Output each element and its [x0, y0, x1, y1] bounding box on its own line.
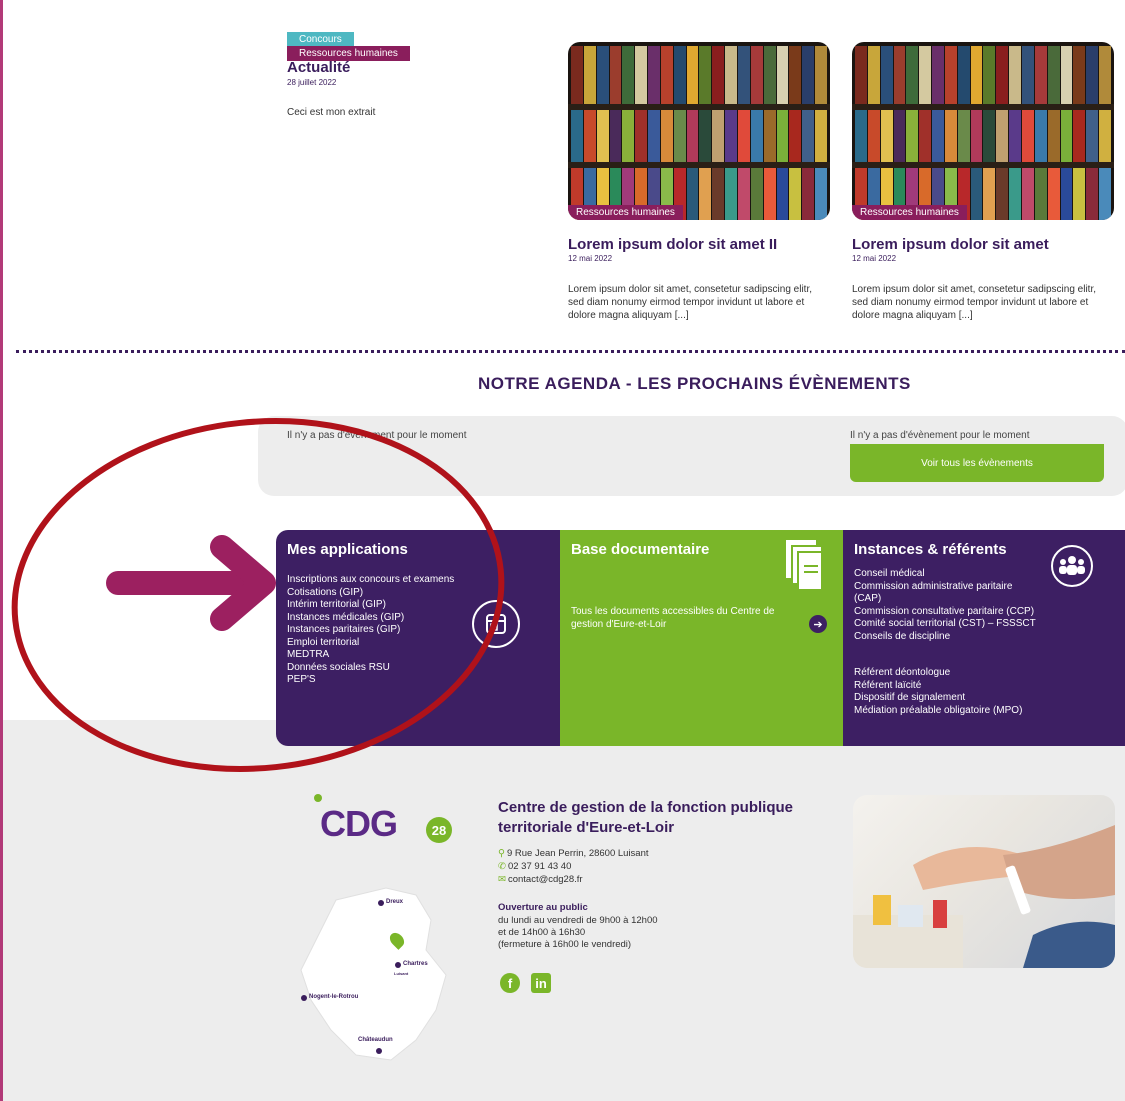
- referents-list: Référent déontologue Référent laïcité Di…: [854, 667, 1022, 717]
- instance-link[interactable]: Conseils de discipline: [854, 631, 1036, 644]
- agenda-empty-message: Il n'y a pas d'évènement pour le moment: [287, 430, 467, 441]
- opening-hours: du lundi au vendredi de 9h00 à 12h00 et …: [498, 915, 658, 951]
- email-link[interactable]: contact@cdg28.fr: [508, 874, 583, 885]
- referent-link[interactable]: Référent laïcité: [854, 680, 1022, 693]
- hours-line: (fermeture à 16h00 le vendredi): [498, 939, 632, 950]
- card-title[interactable]: Lorem ipsum dolor sit amet II: [568, 236, 830, 253]
- app-link[interactable]: Cotisations (GIP): [287, 587, 454, 600]
- instances-referents-tile: Instances & référents Conseil médical Co…: [843, 530, 1125, 746]
- applications-list: Inscriptions aux concours et examens Cot…: [287, 574, 454, 687]
- app-link[interactable]: Données sociales RSU: [287, 662, 454, 675]
- tile-title: Instances & référents: [854, 541, 1007, 558]
- medical-consultation-photo: [853, 795, 1115, 968]
- news-title[interactable]: Actualité: [287, 59, 350, 76]
- city-label: Dreux: [386, 899, 404, 905]
- eure-et-loir-map: Dreux Chartres Luisant Nogent-le-Rotrou …: [296, 880, 476, 1075]
- instances-list: Conseil médical Commission administrativ…: [854, 568, 1036, 643]
- phone-icon: ✆: [498, 861, 506, 872]
- section-divider: [16, 350, 1125, 353]
- app-link[interactable]: Intérim territorial (GIP): [287, 599, 454, 612]
- location-pin-icon: ⚲: [498, 848, 505, 859]
- card-date: 12 mai 2022: [852, 254, 897, 263]
- hours-line: et de 14h00 à 16h30: [498, 927, 586, 938]
- instance-link[interactable]: (CAP): [854, 593, 1036, 606]
- tile-title: Base documentaire: [571, 541, 710, 558]
- app-link[interactable]: PEP'S: [287, 674, 454, 687]
- card-category-tag[interactable]: Ressources humaines: [568, 205, 683, 220]
- news-card[interactable]: Ressources humaines Lorem ipsum dolor si…: [852, 42, 1114, 322]
- document-base-description: Tous les documents accessibles du Centre…: [571, 606, 775, 630]
- app-link[interactable]: Instances paritaires (GIP): [287, 624, 454, 637]
- opening-hours-title: Ouverture au public: [498, 902, 588, 913]
- news-date: 28 juillet 2022: [287, 78, 337, 87]
- bookshelf-image[interactable]: Ressources humaines: [568, 42, 830, 220]
- mail-icon: ✉: [498, 874, 506, 885]
- application-window-icon: [472, 600, 520, 648]
- organization-name: Centre de gestion de la fonction publiqu…: [498, 799, 794, 836]
- document-base-tile[interactable]: Base documentaire Tous les documents acc…: [560, 530, 844, 746]
- contact-block: ⚲ 9 Rue Jean Perrin, 28600 Luisant ✆ 02 37…: [498, 847, 649, 886]
- category-tag-concours[interactable]: Concours: [287, 32, 354, 47]
- instance-link[interactable]: Comité social territorial (CST) – FSSSCT: [854, 618, 1036, 631]
- app-link[interactable]: MEDTRA: [287, 649, 454, 662]
- city-label: Luisant: [394, 971, 409, 976]
- card-title[interactable]: Lorem ipsum dolor sit amet: [852, 236, 1114, 253]
- app-link[interactable]: Inscriptions aux concours et examens: [287, 574, 454, 587]
- card-category-tag[interactable]: Ressources humaines: [852, 205, 967, 220]
- app-link[interactable]: Instances médicales (GIP): [287, 612, 454, 625]
- cdg28-logo-number: 28: [426, 817, 452, 843]
- my-applications-tile: Mes applications Inscriptions aux concou…: [276, 530, 560, 746]
- app-link[interactable]: Emploi territorial: [287, 637, 454, 650]
- address: 9 Rue Jean Perrin, 28600 Luisant: [506, 848, 649, 859]
- hours-line: du lundi au vendredi de 9h00 à 12h00: [498, 915, 658, 926]
- tile-title: Mes applications: [287, 541, 408, 558]
- agenda-empty-message: Il n'y a pas d'évènement pour le moment: [850, 430, 1030, 441]
- city-label: Chartres: [403, 961, 428, 967]
- instance-link[interactable]: Conseil médical: [854, 568, 1036, 581]
- referent-link[interactable]: Dispositif de signalement: [854, 692, 1022, 705]
- referent-link[interactable]: Médiation préalable obligatoire (MPO): [854, 705, 1022, 718]
- agenda-heading: NOTRE AGENDA - LES PROCHAINS ÉVÈNEMENTS: [478, 374, 911, 393]
- arrow-annotation: [106, 535, 276, 631]
- see-all-events-button[interactable]: Voir tous les évènements: [850, 444, 1104, 482]
- city-label: Nogent-le-Rotrou: [309, 994, 359, 1000]
- linkedin-icon[interactable]: in: [531, 973, 551, 993]
- instance-link[interactable]: Commission consultative paritaire (CCP): [854, 606, 1036, 619]
- instance-link[interactable]: Commission administrative paritaire: [854, 581, 1036, 594]
- arrow-right-icon[interactable]: ➔: [809, 615, 827, 633]
- facebook-icon[interactable]: f: [500, 973, 520, 993]
- news-excerpt: Ceci est mon extrait: [287, 107, 376, 118]
- card-excerpt: Lorem ipsum dolor sit amet, consetetur s…: [852, 284, 1096, 321]
- card-excerpt: Lorem ipsum dolor sit amet, consetetur s…: [568, 284, 812, 321]
- people-group-icon: [1051, 545, 1093, 587]
- documents-icon: [782, 536, 832, 599]
- phone-link[interactable]: 02 37 91 43 40: [508, 861, 571, 872]
- logo-dots-icon: [314, 794, 322, 802]
- referent-link[interactable]: Référent déontologue: [854, 667, 1022, 680]
- bookshelf-image[interactable]: Ressources humaines: [852, 42, 1114, 220]
- news-card[interactable]: Ressources humaines Lorem ipsum dolor si…: [568, 42, 830, 322]
- cdg28-logo[interactable]: CDG: [320, 803, 398, 845]
- city-label: Châteaudun: [358, 1037, 393, 1043]
- card-date: 12 mai 2022: [568, 254, 613, 263]
